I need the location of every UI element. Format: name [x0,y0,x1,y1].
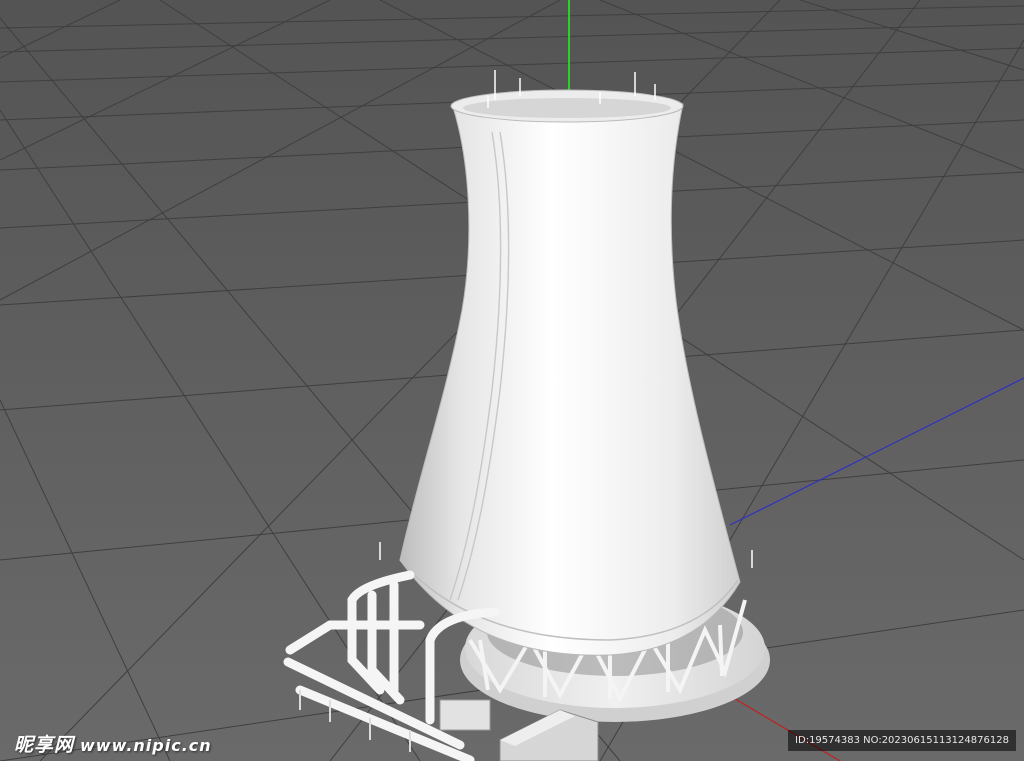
viewport-scene [0,0,1024,761]
cooling-tower-shell [399,94,741,656]
pump-skid [439,699,491,731]
watermark-logo: 昵享网 www.nipic.cn [14,730,212,757]
3d-viewport[interactable]: 昵享网 www.nipic.cn ID:19574383 NO:202306151… [0,0,1024,761]
watermark-site-name: 昵享网 [14,734,75,756]
z-axis-line [729,377,1024,526]
control-house [499,709,599,761]
watermark-site-url: www.nipic.cn [80,736,212,755]
watermark-image-id: ID:19574383 NO:20230615113124876128 [788,730,1016,751]
